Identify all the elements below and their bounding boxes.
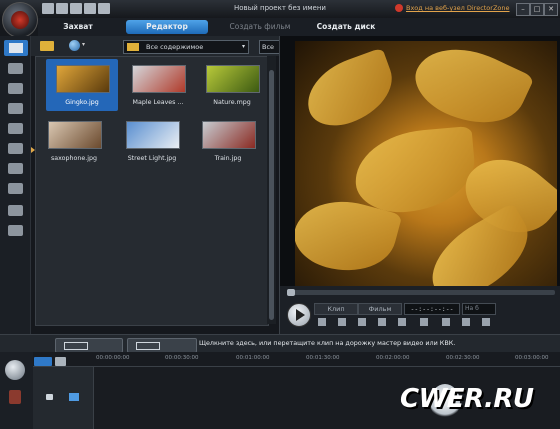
open-project-icon[interactable] [98,3,110,14]
project-title: Новый проект без имени [234,4,326,12]
leaf-shape [297,47,403,135]
track-toggle-button[interactable] [55,357,66,366]
timeline-tick: 00:00:00:00 [96,355,130,361]
media-label: Street Light.jpg [127,155,177,162]
storyboard-icon [136,342,160,350]
pip-objects-icon[interactable] [8,83,23,94]
media-item-nature[interactable]: Nature.mpg [196,59,268,111]
tab-create-disc[interactable]: Создать диск [304,20,388,34]
stop-icon[interactable] [318,318,326,326]
video-clip-icon [69,393,79,401]
seek-slider[interactable] [287,289,555,296]
filter-value: Все содержимое [146,43,204,51]
app-logo-emblem [11,11,29,29]
folder-icon [127,43,139,51]
media-item-street-light[interactable]: Street Light.jpg [116,115,188,167]
download-globe-icon[interactable] [69,40,80,51]
media-room-icon[interactable] [4,40,28,56]
login-link[interactable]: Вход на веб-узел DirectorZone [406,4,510,12]
directorzone-icon [395,4,403,12]
movie-mode-button[interactable]: Фильм [358,303,402,315]
media-item-train[interactable]: Train.jpg [192,115,264,167]
tab-produce[interactable]: Создать фильм [218,20,302,34]
media-item-maple[interactable]: Maple Leaves ... [122,59,194,111]
room-toolbar [0,36,31,334]
media-label: Gingko.jpg [65,99,99,106]
media-label: Maple Leaves ... [132,99,184,106]
timeline-tick: 00:01:00:00 [236,355,270,361]
content-filter-select[interactable]: Все содержимое ▾ [123,40,249,54]
media-label: saxophone.jpg [51,155,97,162]
timeline-view-button[interactable] [55,338,123,353]
redo-icon[interactable] [70,3,82,14]
volume-icon[interactable] [462,318,470,326]
effects-room-icon[interactable] [8,63,23,74]
snapshot-icon[interactable] [420,318,428,326]
previous-frame-icon[interactable] [338,318,346,326]
maximize-button[interactable]: □ [530,3,544,16]
media-library: Gingko.jpg Maple Leaves ... Nature.mpg s… [35,56,269,326]
timeline-tick: 00:02:00:00 [376,355,410,361]
media-label: Nature.mpg [213,99,251,106]
effect-track-icon[interactable] [9,390,21,404]
timeline-tick: 00:01:30:00 [306,355,340,361]
minimize-button[interactable]: – [516,3,530,16]
seek-handle[interactable] [287,289,295,296]
media-item-saxophone[interactable]: saxophone.jpg [38,115,110,167]
play-button[interactable] [287,303,311,327]
preview-window-icon[interactable] [442,318,450,326]
tab-editor[interactable]: Редактор [126,20,208,34]
scrollbar-thumb[interactable] [269,70,274,320]
preview-image [295,41,557,286]
lock-icon[interactable] [46,394,53,400]
timeline-icon [64,342,88,350]
leaf-shape [351,125,479,217]
close-button[interactable]: ✕ [544,3,558,16]
chevron-down-icon: ▾ [241,43,245,50]
timeline-tick: 00:02:30:00 [446,355,480,361]
storyboard-hint: Щелкните здесь, или перетащите клип на д… [199,339,456,347]
mode-tabs: Захват Редактор Создать фильм Создать ди… [38,18,560,37]
split-icon[interactable] [358,318,366,326]
media-thumbnail [132,65,186,93]
chevron-down-icon[interactable]: ▾ [82,41,85,48]
track-options-button[interactable] [34,357,52,366]
leaf-shape [405,41,535,141]
storyboard-view-button[interactable] [127,338,197,353]
clip-mode-button[interactable]: Клип [314,303,358,315]
watermark: CWER.RU [400,384,534,414]
fast-forward-icon[interactable] [398,318,406,326]
voiceover-icon[interactable] [8,183,23,194]
save-icon[interactable] [42,3,54,14]
track-header [33,367,94,429]
media-thumbnail [202,121,256,149]
media-thumbnail [206,65,260,93]
media-label: Train.jpg [214,155,242,162]
title-room-icon[interactable] [8,123,23,134]
timeline-tick: 00:03:00:00 [515,355,549,361]
undo-icon[interactable] [56,3,68,14]
import-folder-icon[interactable] [40,41,54,51]
timeline-tick: 00:00:30:00 [165,355,199,361]
timecode-display[interactable]: --:--:--:-- [404,303,460,315]
tab-capture[interactable]: Захват [40,20,116,34]
media-item-gingko[interactable]: Gingko.jpg [46,59,118,111]
subtitle-room-icon[interactable] [8,225,23,236]
app-logo[interactable] [2,2,38,38]
aspect-ratio-select[interactable]: На б [462,303,496,315]
media-thumbnail [48,121,102,149]
chapter-room-icon[interactable] [8,205,23,216]
media-toolbar: ▾ Все содержимое ▾ Все [31,36,283,56]
video-track-icon[interactable] [5,360,25,380]
media-thumbnail [126,121,180,149]
audio-mixing-icon[interactable] [8,163,23,174]
library-scrollbar[interactable] [267,56,276,324]
transition-room-icon[interactable] [8,143,23,154]
dual-monitor-icon[interactable] [482,318,490,326]
new-project-icon[interactable] [84,3,96,14]
media-thumbnail [56,65,110,93]
particle-room-icon[interactable] [8,103,23,114]
next-frame-icon[interactable] [378,318,386,326]
